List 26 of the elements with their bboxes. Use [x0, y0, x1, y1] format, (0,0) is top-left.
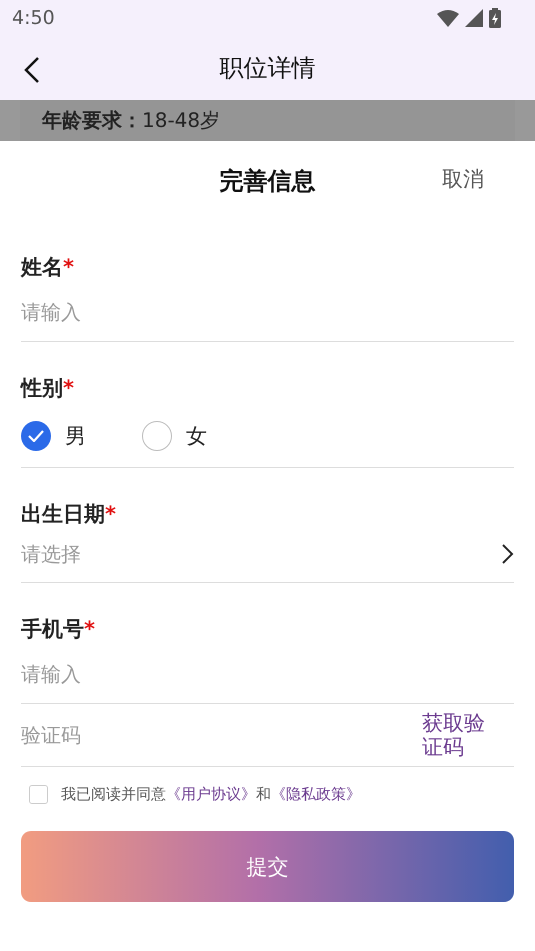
sheet-title: 完善信息 [220, 166, 316, 197]
wifi-icon [437, 10, 459, 26]
input-field[interactable]: 验证码 [21, 723, 321, 747]
input-field[interactable]: 请输入 [21, 283, 514, 341]
field-value: 18-48岁 [142, 107, 220, 134]
battery-icon [489, 8, 501, 28]
radio-option[interactable]: 女 [142, 420, 207, 450]
agreement-link[interactable]: 《用户协议》 [166, 784, 256, 802]
field-label: 手机号* [21, 616, 96, 643]
field-label: 姓名* [21, 254, 75, 281]
input-field[interactable]: 请输入 [21, 645, 514, 703]
submit-button[interactable]: 提交 [21, 831, 514, 902]
radio-option[interactable]: 男 [21, 420, 86, 450]
field-label: 出生日期* [21, 501, 117, 528]
get-code-button[interactable]: 获取验证码 [422, 711, 498, 759]
agree-checkbox[interactable] [29, 784, 48, 804]
page-title: 职位详情 [220, 53, 316, 84]
agreement-link[interactable]: 《隐私政策》 [271, 784, 361, 802]
chevron-icon [500, 543, 514, 565]
field-label: 年龄要求： [42, 107, 142, 134]
back-icon[interactable] [22, 56, 42, 84]
field-label: 性别* [21, 375, 75, 402]
status-time: 4:50 [12, 7, 55, 29]
agreement-text: 我已阅读并同意《用户协议》和《隐私政策》 [61, 784, 361, 804]
signal-icon [465, 9, 483, 27]
cancel-button[interactable]: 取消 [442, 165, 484, 193]
